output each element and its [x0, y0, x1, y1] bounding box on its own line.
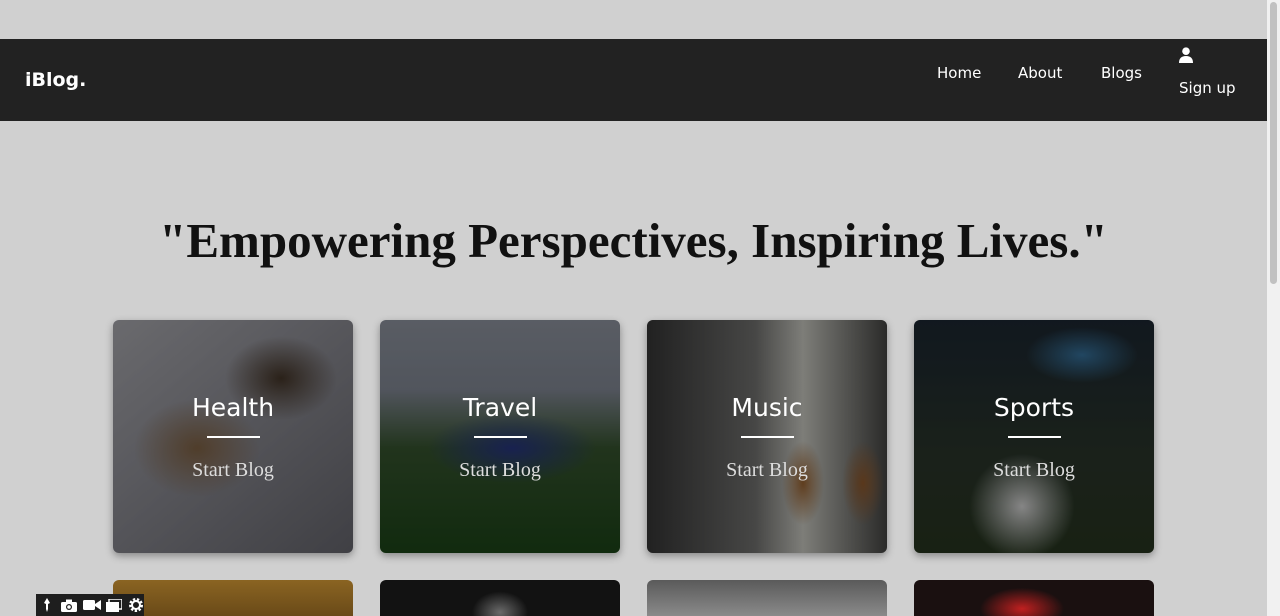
navbar: iBlog. Home About Blogs Sign up	[0, 39, 1267, 121]
category-card[interactable]	[380, 580, 620, 616]
gear-icon[interactable]	[127, 597, 144, 613]
category-card-health[interactable]: Health Start Blog	[113, 320, 353, 553]
start-blog-link[interactable]: Start Blog	[380, 459, 620, 482]
scrollbar-thumb[interactable]	[1270, 2, 1277, 284]
hero-quote: "Empowering Perspectives, Inspiring Live…	[159, 213, 1108, 268]
start-blog-link[interactable]: Start Blog	[914, 459, 1154, 482]
video-icon[interactable]	[82, 597, 101, 613]
brand-logo[interactable]: iBlog.	[25, 69, 86, 91]
category-card[interactable]	[113, 580, 353, 616]
category-title: Sports	[993, 393, 1075, 422]
category-title: Travel	[462, 393, 538, 422]
title-divider	[1008, 436, 1061, 438]
nav-home-link[interactable]: Home	[937, 64, 981, 82]
vertical-scrollbar[interactable]	[1267, 0, 1280, 616]
start-blog-link[interactable]: Start Blog	[113, 459, 353, 482]
category-card[interactable]	[914, 580, 1154, 616]
title-divider	[474, 436, 527, 438]
category-title: Health	[191, 393, 275, 422]
category-card-music[interactable]: Music Start Blog	[647, 320, 887, 553]
title-divider	[741, 436, 794, 438]
nav-about-link[interactable]: About	[1018, 64, 1062, 82]
recorder-toolbar	[36, 594, 144, 616]
start-blog-link[interactable]: Start Blog	[647, 459, 887, 482]
pin-icon[interactable]	[39, 597, 56, 613]
category-card[interactable]	[647, 580, 887, 616]
category-title: Music	[731, 393, 803, 422]
window-icon[interactable]	[105, 597, 123, 613]
camera-icon[interactable]	[61, 597, 78, 613]
nav-blogs-link[interactable]: Blogs	[1101, 64, 1142, 82]
user-icon	[1179, 47, 1193, 63]
signup-button[interactable]: Sign up	[1176, 45, 1236, 105]
signup-label: Sign up	[1179, 79, 1236, 97]
category-card-travel[interactable]: Travel Start Blog	[380, 320, 620, 553]
title-divider	[207, 436, 260, 438]
category-card-sports[interactable]: Sports Start Blog	[914, 320, 1154, 553]
